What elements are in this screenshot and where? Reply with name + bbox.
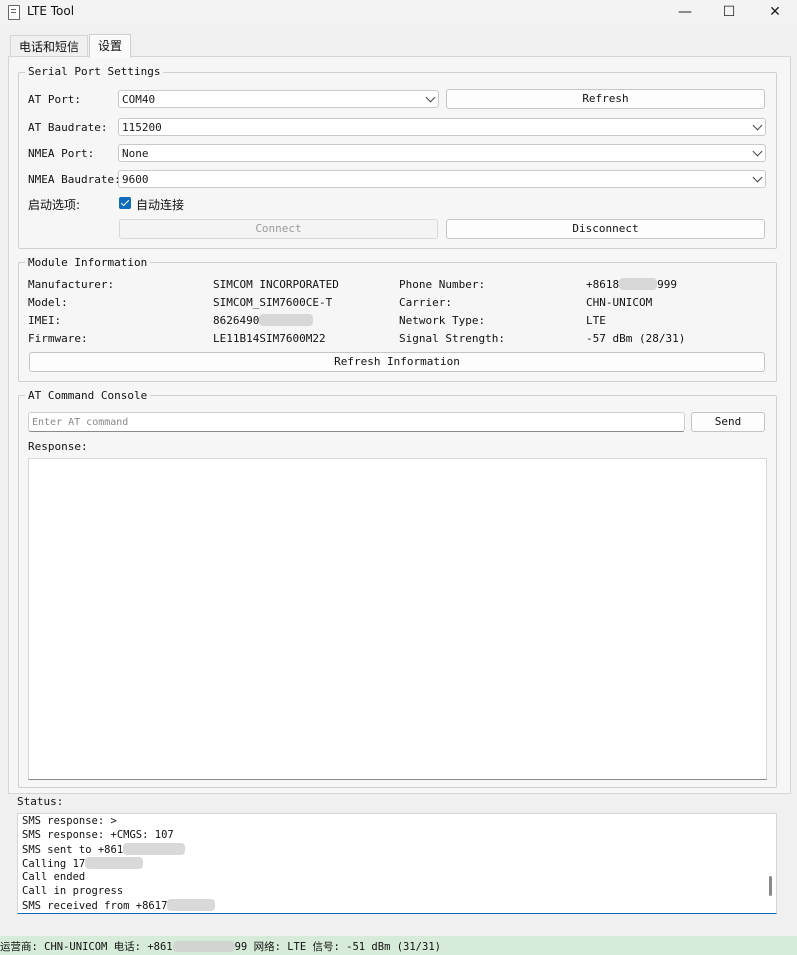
firmware-label: Firmware: <box>28 332 88 345</box>
tab-phone-sms[interactable]: 电话和短信 <box>10 35 89 58</box>
connect-button[interactable]: Connect <box>119 219 438 239</box>
app-icon <box>8 5 20 20</box>
log-line: Calling 17 <box>22 857 144 870</box>
manufacturer-value: SIMCOM INCORPORATED <box>213 278 339 291</box>
network-type-label: Network Type: <box>399 314 486 327</box>
phone-number-suffix: 999 <box>657 278 677 291</box>
status-bar-carrier: 运营商: CHN-UNICOM 电话: +861 <box>0 941 173 953</box>
signal-strength-value: -57 dBm (28/31) <box>586 332 686 345</box>
at-port-select[interactable]: COM40 <box>118 90 439 108</box>
autoconnect-checkbox[interactable] <box>119 197 131 209</box>
nmea-baudrate-value: 9600 <box>122 173 149 186</box>
status-bar-text: 运营商: CHN-UNICOM 电话: +861 99 网络: LTE 信号: -… <box>0 939 441 954</box>
module-information-title: Module Information <box>25 256 151 269</box>
nmea-baudrate-select[interactable]: 9600 <box>118 170 766 188</box>
window-title: LTE Tool <box>27 4 75 18</box>
manufacturer-label: Manufacturer: <box>28 278 115 291</box>
nmea-port-label: NMEA Port: <box>28 147 95 160</box>
carrier-label: Carrier: <box>399 296 452 309</box>
firmware-value: LE11B14SIM7600M22 <box>213 332 326 345</box>
redacted-mask <box>123 843 186 855</box>
chevron-down-icon <box>752 120 763 131</box>
serial-port-settings-title: Serial Port Settings <box>25 65 164 78</box>
log-line: SMS response: +CMGS: 107 <box>22 829 174 841</box>
minimize-button[interactable]: — <box>662 0 708 24</box>
status-log-scrollbar[interactable] <box>769 876 772 896</box>
disconnect-button[interactable]: Disconnect <box>446 219 765 239</box>
log-line-text: SMS sent to +861 <box>22 844 124 856</box>
close-button[interactable]: ✕ <box>752 0 797 24</box>
maximize-button[interactable]: ☐ <box>706 0 752 24</box>
at-baudrate-select[interactable]: 115200 <box>118 118 766 136</box>
imei-label: IMEI: <box>28 314 62 327</box>
nmea-port-select[interactable]: None <box>118 144 766 162</box>
refresh-information-button[interactable]: Refresh Information <box>29 352 765 372</box>
status-bar: 运营商: CHN-UNICOM 电话: +861 99 网络: LTE 信号: -… <box>0 936 797 955</box>
at-port-value: COM40 <box>122 93 156 106</box>
log-line: SMS received from +8617 <box>22 899 216 912</box>
at-port-label: AT Port: <box>28 93 81 106</box>
status-label: Status: <box>17 795 64 808</box>
log-line-text: Calling 17 <box>22 858 86 870</box>
redacted-mask <box>619 278 658 290</box>
at-command-input-wrapper <box>28 412 685 432</box>
log-line: SMS sent to +861 <box>22 843 186 856</box>
chevron-down-icon <box>752 172 763 183</box>
tab-settings[interactable]: 设置 <box>89 34 132 58</box>
log-line: Call ended <box>22 871 86 883</box>
phone-number-label: Phone Number: <box>399 278 486 291</box>
redacted-mask <box>172 941 235 952</box>
redacted-mask <box>259 314 314 326</box>
status-bar-details: 99 网络: LTE 信号: -51 dBm (31/31) <box>234 941 441 953</box>
network-type-value: LTE <box>586 314 606 327</box>
carrier-value: CHN-UNICOM <box>586 296 653 309</box>
at-command-console-title: AT Command Console <box>25 389 151 402</box>
chevron-down-icon <box>425 92 436 103</box>
imei-prefix: 8626490 <box>213 314 260 327</box>
log-line: Call in progress <box>22 885 124 897</box>
refresh-button[interactable]: Refresh <box>446 89 765 109</box>
at-baudrate-label: AT Baudrate: <box>28 121 108 134</box>
nmea-baudrate-label: NMEA Baudrate: <box>28 173 121 186</box>
phone-number-prefix: +8618 <box>586 278 620 291</box>
signal-strength-label: Signal Strength: <box>399 332 505 345</box>
at-command-input[interactable] <box>29 413 684 431</box>
send-button[interactable]: Send <box>691 412 765 432</box>
startup-options-label: 启动选项: <box>28 198 81 212</box>
status-log[interactable]: SMS response: > SMS response: +CMGS: 107… <box>17 813 777 914</box>
redacted-mask <box>85 857 144 869</box>
model-value: SIMCOM_SIM7600CE-T <box>213 296 333 309</box>
autoconnect-label[interactable]: 自动连接 <box>136 196 184 213</box>
chevron-down-icon <box>752 146 763 157</box>
response-textarea[interactable] <box>28 458 767 780</box>
log-line: SMS response: > <box>22 815 117 827</box>
at-baudrate-value: 115200 <box>122 121 162 134</box>
log-line-text: SMS received from +8617 <box>22 900 168 912</box>
imei-value: 8626490 <box>213 314 314 327</box>
response-label: Response: <box>28 440 88 453</box>
title-bar: LTE Tool — ☐ ✕ <box>0 0 797 24</box>
model-label: Model: <box>28 296 68 309</box>
redacted-mask <box>167 899 216 911</box>
phone-number-value: +8618 999 <box>586 278 677 291</box>
nmea-port-value: None <box>122 147 149 160</box>
